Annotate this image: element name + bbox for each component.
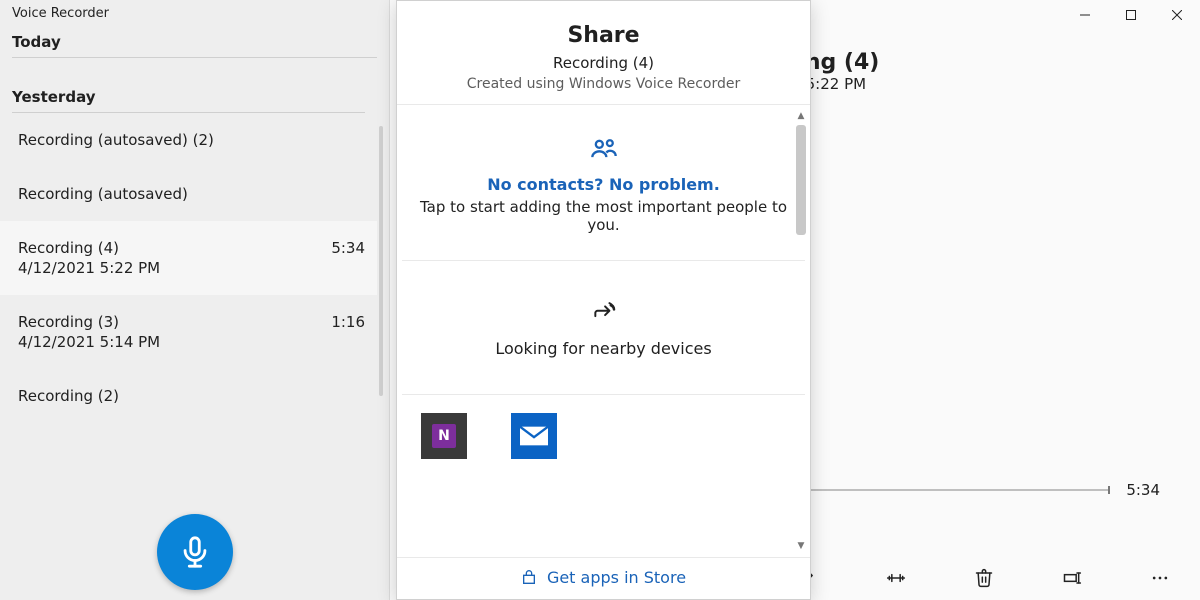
scroll-up-arrow[interactable]: ▲ [796, 111, 806, 121]
share-header: Share Recording (4) Created using Window… [397, 1, 810, 105]
recording-title: Recording (autosaved) (2) [18, 131, 214, 149]
share-target-apps: N [397, 395, 810, 477]
share-heading: Share [417, 23, 790, 48]
minimize-icon [1080, 10, 1090, 20]
total-time: 5:34 [1126, 481, 1160, 499]
store-icon [521, 570, 537, 586]
group-header-today[interactable]: Today [12, 25, 377, 58]
maximize-button[interactable] [1108, 0, 1154, 30]
recording-date: 4/12/2021 5:14 PM [18, 333, 160, 351]
app-title: Voice Recorder [0, 0, 389, 25]
share-body: ▲ ▼ No contacts? No problem. Tap to star… [397, 105, 810, 557]
share-panel: Share Recording (4) Created using Window… [396, 0, 811, 600]
onenote-icon: N [432, 424, 456, 448]
recording-title: Recording (autosaved) [18, 185, 188, 203]
nearby-share-icon [591, 301, 617, 327]
maximize-icon [1126, 10, 1136, 20]
rename-icon [1062, 568, 1082, 588]
recording-title: Recording (2) [18, 387, 119, 405]
recording-item-selected[interactable]: Recording (4) 4/12/2021 5:22 PM 5:34 [0, 221, 377, 295]
nearby-label: Looking for nearby devices [410, 339, 797, 358]
recording-item[interactable]: Recording (2) [0, 369, 377, 423]
recording-duration: 1:16 [325, 313, 365, 331]
share-file-name: Recording (4) [417, 54, 790, 72]
microphone-icon [178, 535, 212, 569]
share-scrollbar[interactable]: ▲ ▼ [796, 111, 806, 551]
share-app-onenote[interactable]: N [421, 413, 467, 459]
more-button[interactable] [1146, 564, 1174, 592]
close-icon [1172, 10, 1182, 20]
recording-date: 4/12/2021 5:22 PM [18, 259, 160, 277]
add-contacts-section[interactable]: No contacts? No problem. Tap to start ad… [402, 105, 805, 261]
record-button[interactable] [157, 514, 233, 590]
people-icon [590, 135, 618, 163]
no-contacts-desc: Tap to start adding the most important p… [410, 198, 797, 234]
recording-title: Recording (4) [18, 239, 160, 257]
recording-title: Recording (3) [18, 313, 160, 331]
trim-button[interactable] [882, 564, 910, 592]
no-contacts-link[interactable]: No contacts? No problem. [410, 175, 797, 194]
delete-button[interactable] [970, 564, 998, 592]
minimize-button[interactable] [1062, 0, 1108, 30]
trim-icon [886, 568, 906, 588]
store-link-text: Get apps in Store [547, 568, 686, 587]
scroll-down-arrow[interactable]: ▼ [796, 541, 806, 551]
recording-duration: 5:34 [325, 239, 365, 257]
trash-icon [974, 568, 994, 588]
share-app-mail[interactable] [511, 413, 557, 459]
rename-button[interactable] [1058, 564, 1086, 592]
nearby-sharing-section[interactable]: Looking for nearby devices [402, 261, 805, 395]
recording-item[interactable]: Recording (autosaved) (2) [0, 113, 377, 167]
group-header-yesterday[interactable]: Yesterday [12, 80, 365, 113]
share-created-line: Created using Windows Voice Recorder [417, 76, 790, 92]
more-icon [1150, 568, 1170, 588]
get-apps-in-store[interactable]: Get apps in Store [397, 557, 810, 599]
sidebar: Voice Recorder Today Yesterday Recording… [0, 0, 390, 600]
sidebar-scrollbar[interactable] [379, 126, 383, 396]
recording-item[interactable]: Recording (3) 4/12/2021 5:14 PM 1:16 [0, 295, 377, 369]
scroll-thumb[interactable] [796, 125, 806, 235]
mail-icon [520, 426, 548, 446]
window-controls [1062, 0, 1200, 30]
close-button[interactable] [1154, 0, 1200, 30]
recording-item[interactable]: Recording (autosaved) [0, 167, 377, 221]
